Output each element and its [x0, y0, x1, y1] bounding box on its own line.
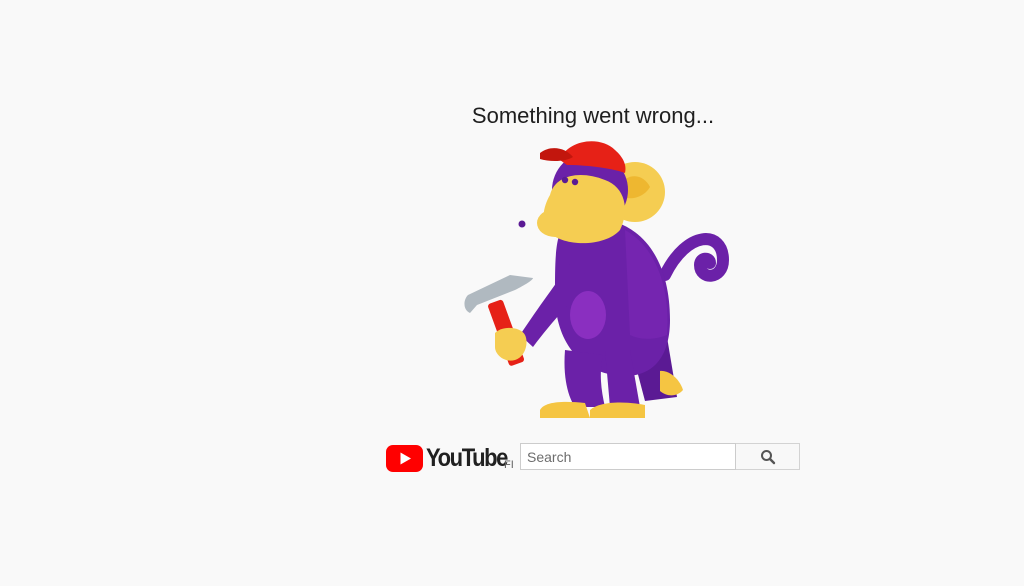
monkey-illustration: [464, 141, 730, 418]
error-message: Something went wrong...: [471, 103, 715, 128]
search-icon: [760, 449, 775, 464]
search-input[interactable]: [520, 443, 736, 470]
youtube-logo[interactable]: YouTube: [386, 442, 521, 474]
play-icon: [386, 444, 423, 472]
logo-text: YouTube: [426, 443, 508, 472]
country-code: FI: [504, 459, 514, 471]
error-page: Something went wrong... YouTube FI Searc…: [0, 0, 1024, 586]
search-button[interactable]: [736, 443, 800, 470]
